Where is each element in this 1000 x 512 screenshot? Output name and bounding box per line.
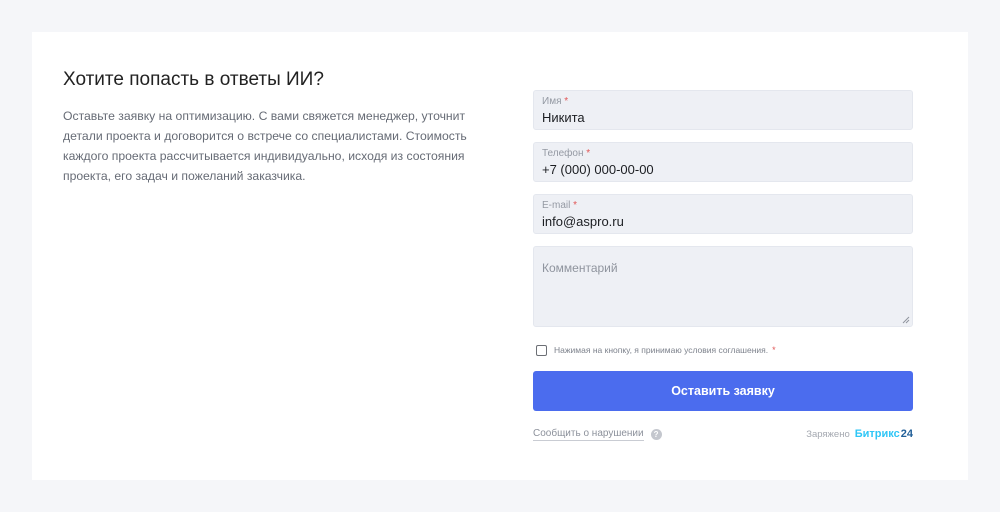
phone-field[interactable]: Телефон * +7 (000) 000-00-00 [533, 142, 913, 182]
form-description: Оставьте заявку на оптимизацию. С вами с… [63, 109, 467, 183]
bitrix-logo-text: Битрикс [854, 428, 900, 440]
required-mark: * [586, 148, 591, 159]
resize-handle-icon[interactable] [902, 316, 910, 324]
form-title: Хотите попасть в ответы ИИ? [63, 69, 324, 90]
comment-textarea[interactable]: Комментарий [533, 246, 913, 327]
request-form: Имя * Никита Телефон * +7 (000) 000-00-0… [533, 90, 913, 444]
form-card: Хотите попасть в ответы ИИ? Оставьте зая… [32, 32, 968, 480]
report-violation: Сообщить о нарушении ? [533, 428, 662, 441]
phone-field-label: Телефон * [542, 148, 591, 159]
email-field[interactable]: E-mail * info@aspro.ru [533, 194, 913, 234]
required-mark: * [772, 345, 776, 355]
submit-button[interactable]: Оставить заявку [533, 371, 913, 411]
email-field-value: info@aspro.ru [542, 214, 624, 229]
powered-by-text: Заряжено [806, 429, 850, 440]
question-icon[interactable]: ? [650, 429, 662, 440]
consent-checkbox[interactable] [536, 344, 547, 356]
report-violation-link[interactable]: Сообщить о нарушении [533, 428, 644, 441]
bitrix-logo-number: 24 [900, 428, 913, 440]
required-mark: * [564, 96, 569, 107]
name-field-value: Никита [542, 110, 585, 125]
phone-field-value: +7 (000) 000-00-00 [542, 162, 654, 177]
intro-section: Хотите попасть в ответы ИИ? Оставьте зая… [63, 68, 483, 186]
comment-placeholder: Комментарий [542, 261, 618, 275]
required-mark: * [573, 200, 578, 211]
form-footer: Сообщить о нарушении ? Заряжено Битрикс … [533, 428, 913, 444]
consent-row: Нажимая на кнопку, я принимаю условия со… [533, 341, 913, 359]
name-field-label: Имя * [542, 96, 569, 107]
email-field-label: E-mail * [542, 200, 578, 211]
consent-text: Нажимая на кнопку, я принимаю условия со… [554, 345, 769, 355]
name-field[interactable]: Имя * Никита [533, 90, 913, 130]
powered-by-bitrix24[interactable]: Заряжено Битрикс 24 [806, 428, 913, 440]
